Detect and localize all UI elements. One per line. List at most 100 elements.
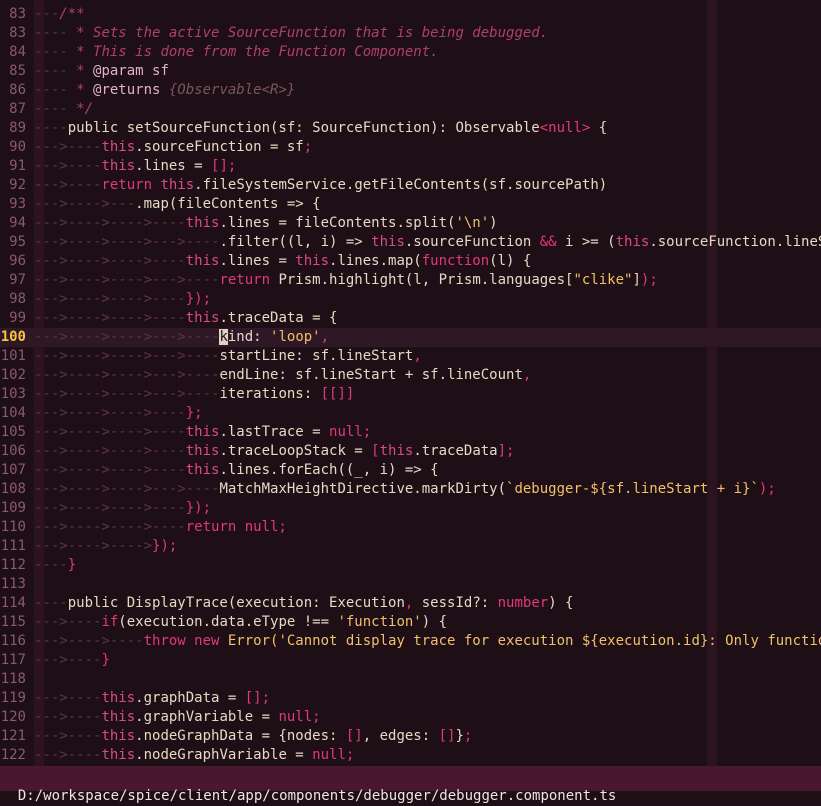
code-token: --->---- (34, 690, 102, 706)
code-line[interactable]: 96 --->---->---->----this.lines = this.li… (0, 252, 821, 271)
code-line[interactable]: 91 --->----this.lines = []; (0, 157, 821, 176)
code-token: null; (312, 747, 355, 763)
code-token: return null; (185, 519, 287, 535)
code-line[interactable]: 121 --->----this.nodeGraphData = {nodes: … (0, 727, 821, 746)
code-line[interactable]: 93 --->---->---.map(fileContents => { (0, 195, 821, 214)
line-number: 106 (0, 443, 26, 459)
code-line[interactable]: 115 --->----if(execution.data.eType !== '… (0, 613, 821, 632)
code-token: @param sf (93, 63, 169, 79)
code-token: --->---->---->--->---- (34, 329, 220, 345)
text-cursor: k (219, 329, 228, 345)
code-token: i >= ( (556, 234, 616, 250)
line-number: 91 (9, 158, 26, 174)
code-line[interactable]: 118 (0, 670, 821, 689)
code-line[interactable]: 113 (0, 575, 821, 594)
code-token: Error('Cannot display trace for executio… (227, 633, 821, 649)
line-number: 83 (9, 6, 26, 22)
code-line[interactable]: 90 --->----this.sourceFunction = sf; (0, 138, 821, 157)
code-token: if (101, 614, 119, 630)
code-token: ) (489, 215, 498, 231)
code-token: this (185, 310, 220, 326)
code-line[interactable]: 102 --->---->---->--->----endLine: sf.lin… (0, 366, 821, 385)
code-token: }; (185, 405, 203, 421)
code-token: [[]] (320, 386, 355, 402)
code-line[interactable]: 116 --->---->----throw new Error('Cannot … (0, 632, 821, 651)
code-token: , (413, 348, 422, 364)
code-token: , (522, 367, 532, 383)
code-token: --->---->---->---- (34, 310, 186, 326)
code-line[interactable]: 99 --->---->---->----this.traceData = { (0, 309, 821, 328)
code-line[interactable]: 110 --->---->---->----return null; (0, 518, 821, 537)
line-number: 116 (0, 633, 26, 649)
line-number: 108 (0, 481, 26, 497)
code-token: --->---->--- (34, 196, 136, 212)
code-line[interactable]: 83 ---- * Sets the active SourceFunction … (0, 24, 821, 43)
code-line[interactable]: 106 --->---->---->----this.traceLoopStack… (0, 442, 821, 461)
code-line[interactable]: 100 --->---->---->--->----kind: 'loop', (0, 328, 821, 347)
code-line[interactable]: 83 ---/** (0, 5, 821, 24)
line-number: 87 (9, 101, 26, 117)
code-line[interactable]: 87 ---- */ (0, 100, 821, 119)
line-number: 94 (9, 215, 26, 231)
code-line[interactable]: 103 --->---->---->--->----iterations: [[]… (0, 385, 821, 404)
code-line[interactable]: 111 --->---->---->}); (0, 537, 821, 556)
code-line[interactable]: 86 ---- * @returns {Observable<R>} (0, 81, 821, 100)
code-token: this (101, 728, 136, 744)
code-token: { (590, 120, 608, 136)
code-token: .sourceFunction (404, 234, 540, 250)
code-line[interactable]: 108 --->---->---->--->----MatchMaxHeightD… (0, 480, 821, 499)
code-token: ---- (34, 82, 77, 98)
code-line[interactable]: 89 ----public setSourceFunction(sf: Sourc… (0, 119, 821, 138)
line-number: 119 (0, 690, 26, 706)
code-token: this (615, 234, 650, 250)
code-line[interactable]: 104 --->---->---->----}; (0, 404, 821, 423)
line-number: 102 (0, 367, 26, 383)
code-token: @returns (93, 82, 169, 98)
code-line[interactable]: 122 --->----this.nodeGraphVariable = null… (0, 746, 821, 765)
code-token: --->---- (34, 728, 102, 744)
code-token: <null> (539, 120, 591, 136)
code-line[interactable]: 94 --->---->---->----this.lines = fileCon… (0, 214, 821, 233)
code-line[interactable]: 97 --->---->---->--->----return Prism.hig… (0, 271, 821, 290)
code-line[interactable]: 95 --->---->---->--->----.filter((l, i) =… (0, 233, 821, 252)
code-line[interactable]: 119 --->----this.graphData = []; (0, 689, 821, 708)
line-number: 95 (9, 234, 26, 250)
code-token: [] (438, 728, 456, 744)
code-token: --->---- (34, 139, 102, 155)
code-line[interactable]: 105 --->---->---->----this.lastTrace = nu… (0, 423, 821, 442)
code-token: --->---->---->--->---- (34, 272, 220, 288)
code-token: .sourceFunction = sf (135, 139, 304, 155)
code-token: } (67, 557, 77, 573)
code-line[interactable]: 112 ----} (0, 556, 821, 575)
code-line[interactable]: 107 --->---->---->----this.lines.forEach(… (0, 461, 821, 480)
code-line[interactable]: 98 --->---->---->----}); (0, 290, 821, 309)
code-token: "clike" (573, 272, 633, 288)
code-token: ); (758, 481, 776, 497)
code-token: 'loop' (270, 329, 321, 345)
line-number: 83 (9, 25, 26, 41)
code-token: ind: (227, 329, 271, 345)
code-line[interactable]: 84 ---- * This is done from the Function … (0, 43, 821, 62)
code-line[interactable]: 85 ---- * @param sf (0, 62, 821, 81)
code-token: --->---->----> (34, 538, 153, 554)
code-token: .lines.map( (329, 253, 422, 269)
line-number: 100 (0, 329, 26, 345)
code-token: } (455, 728, 464, 744)
code-token: .graphData = (135, 690, 245, 706)
code-token: .traceData (413, 443, 498, 459)
code-token: 'function' (337, 614, 422, 630)
code-token: --->---->---->---- (34, 500, 186, 516)
code-editor[interactable]: 83 ---/** 83 ---- * Sets the active SourceF… (0, 0, 821, 766)
code-token: .traceData = { (219, 310, 338, 326)
code-line[interactable]: 109 --->---->---->----}); (0, 499, 821, 518)
code-line[interactable]: 101 --->---->---->--->----startLine: sf.l… (0, 347, 821, 366)
code-token: ---- (34, 63, 77, 79)
code-token: []; (211, 158, 237, 174)
code-line[interactable]: 114 ----public DisplayTrace(execution: Ex… (0, 594, 821, 613)
code-line[interactable]: 117 --->----} (0, 651, 821, 670)
code-token: this (185, 443, 220, 459)
code-token: && (539, 234, 557, 250)
code-line[interactable]: 92 --->----return this.fileSystemService.… (0, 176, 821, 195)
code-token: null; (278, 709, 321, 725)
code-line[interactable]: 120 --->----this.graphVariable = null; (0, 708, 821, 727)
